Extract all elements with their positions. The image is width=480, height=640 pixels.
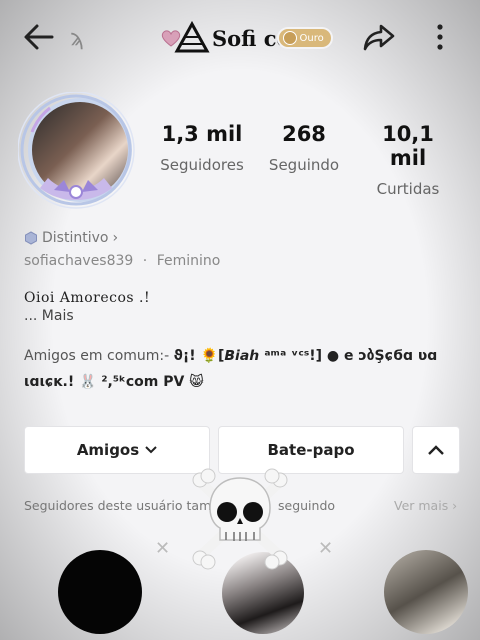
mutual-names-2[interactable]: ιɑιɕĸ.! 🐰 ²,⁵ᵏcom PV 😸: [24, 374, 204, 390]
username: sofiachaves839: [24, 253, 134, 269]
following-label: Seguindo: [268, 156, 340, 174]
profile-title: Sofi col Ouro: [160, 20, 331, 56]
chevron-down-icon: [145, 446, 157, 454]
share-icon[interactable]: [362, 22, 396, 52]
mutual-friends[interactable]: Amigos em comum:- ϑ¡! 🌻[𝘽𝙞𝙖𝙝 ᵃᵐᵃ ᵛᶜˢ!] ●…: [24, 348, 437, 364]
hexagon-icon: [25, 231, 37, 245]
followers-count: 1,3 mil: [161, 122, 243, 146]
chat-label: Bate-papo: [267, 441, 355, 459]
friends-label: Amigos: [76, 441, 140, 459]
friends-button[interactable]: Amigos: [24, 426, 210, 474]
avatar-frame-icon: [18, 92, 135, 209]
mutual-prefix: Amigos em comum:-: [24, 348, 174, 364]
level-badge: Ouro: [278, 29, 331, 47]
mutual-names-1: ϑ¡! 🌻[𝘽𝙞𝙖𝙝 ᵃᵐᵃ ᵛᶜˢ!] ● e ɔბŞɕϭɑ ʋɑ: [173, 348, 438, 364]
header-glyph: ϡ: [70, 26, 84, 51]
collapse-button[interactable]: [412, 426, 460, 474]
more-vertical-icon[interactable]: [428, 22, 452, 52]
triangle-logo-icon: [174, 21, 210, 53]
suggested-user-avatar[interactable]: [58, 550, 142, 634]
suggested-user-avatar[interactable]: [384, 550, 468, 634]
profile-avatar[interactable]: [18, 92, 138, 212]
suggestions-header: Seguidores deste usuário tam: [24, 498, 212, 513]
following-stat[interactable]: 268 Seguindo: [268, 122, 340, 174]
close-icon[interactable]: ✕: [155, 538, 170, 559]
distintivo-link[interactable]: Distintivo ›: [24, 230, 118, 246]
bio-text: Oioi Amorecos .!: [24, 290, 151, 306]
skull-crossbones-icon: [192, 468, 288, 570]
top-bar: ϡ Sofi col Ouro: [0, 0, 480, 78]
username-line: sofiachaves839 · Feminino: [24, 253, 220, 269]
likes-stat[interactable]: 10,1 mil Curtidas: [362, 122, 454, 198]
following-count: 268: [282, 122, 326, 146]
followers-stat[interactable]: 1,3 mil Seguidores: [160, 122, 244, 174]
bio-more-link[interactable]: ... Mais: [24, 308, 74, 324]
gender: Feminino: [156, 253, 221, 269]
followers-label: Seguidores: [160, 156, 244, 174]
distintivo-label: Distintivo: [42, 230, 109, 246]
close-icon[interactable]: ✕: [318, 538, 333, 559]
likes-count: 10,1 mil: [382, 122, 434, 170]
back-arrow-icon[interactable]: [22, 22, 56, 52]
badge-dot-icon: [282, 31, 297, 45]
separator: ·: [142, 253, 148, 269]
likes-label: Curtidas: [376, 180, 440, 198]
badge-label: Ouro: [299, 32, 324, 44]
see-more-link[interactable]: Ver mais ›: [394, 498, 457, 513]
chevron-up-icon: [428, 445, 444, 455]
distintivo-arrow: ›: [112, 230, 119, 246]
